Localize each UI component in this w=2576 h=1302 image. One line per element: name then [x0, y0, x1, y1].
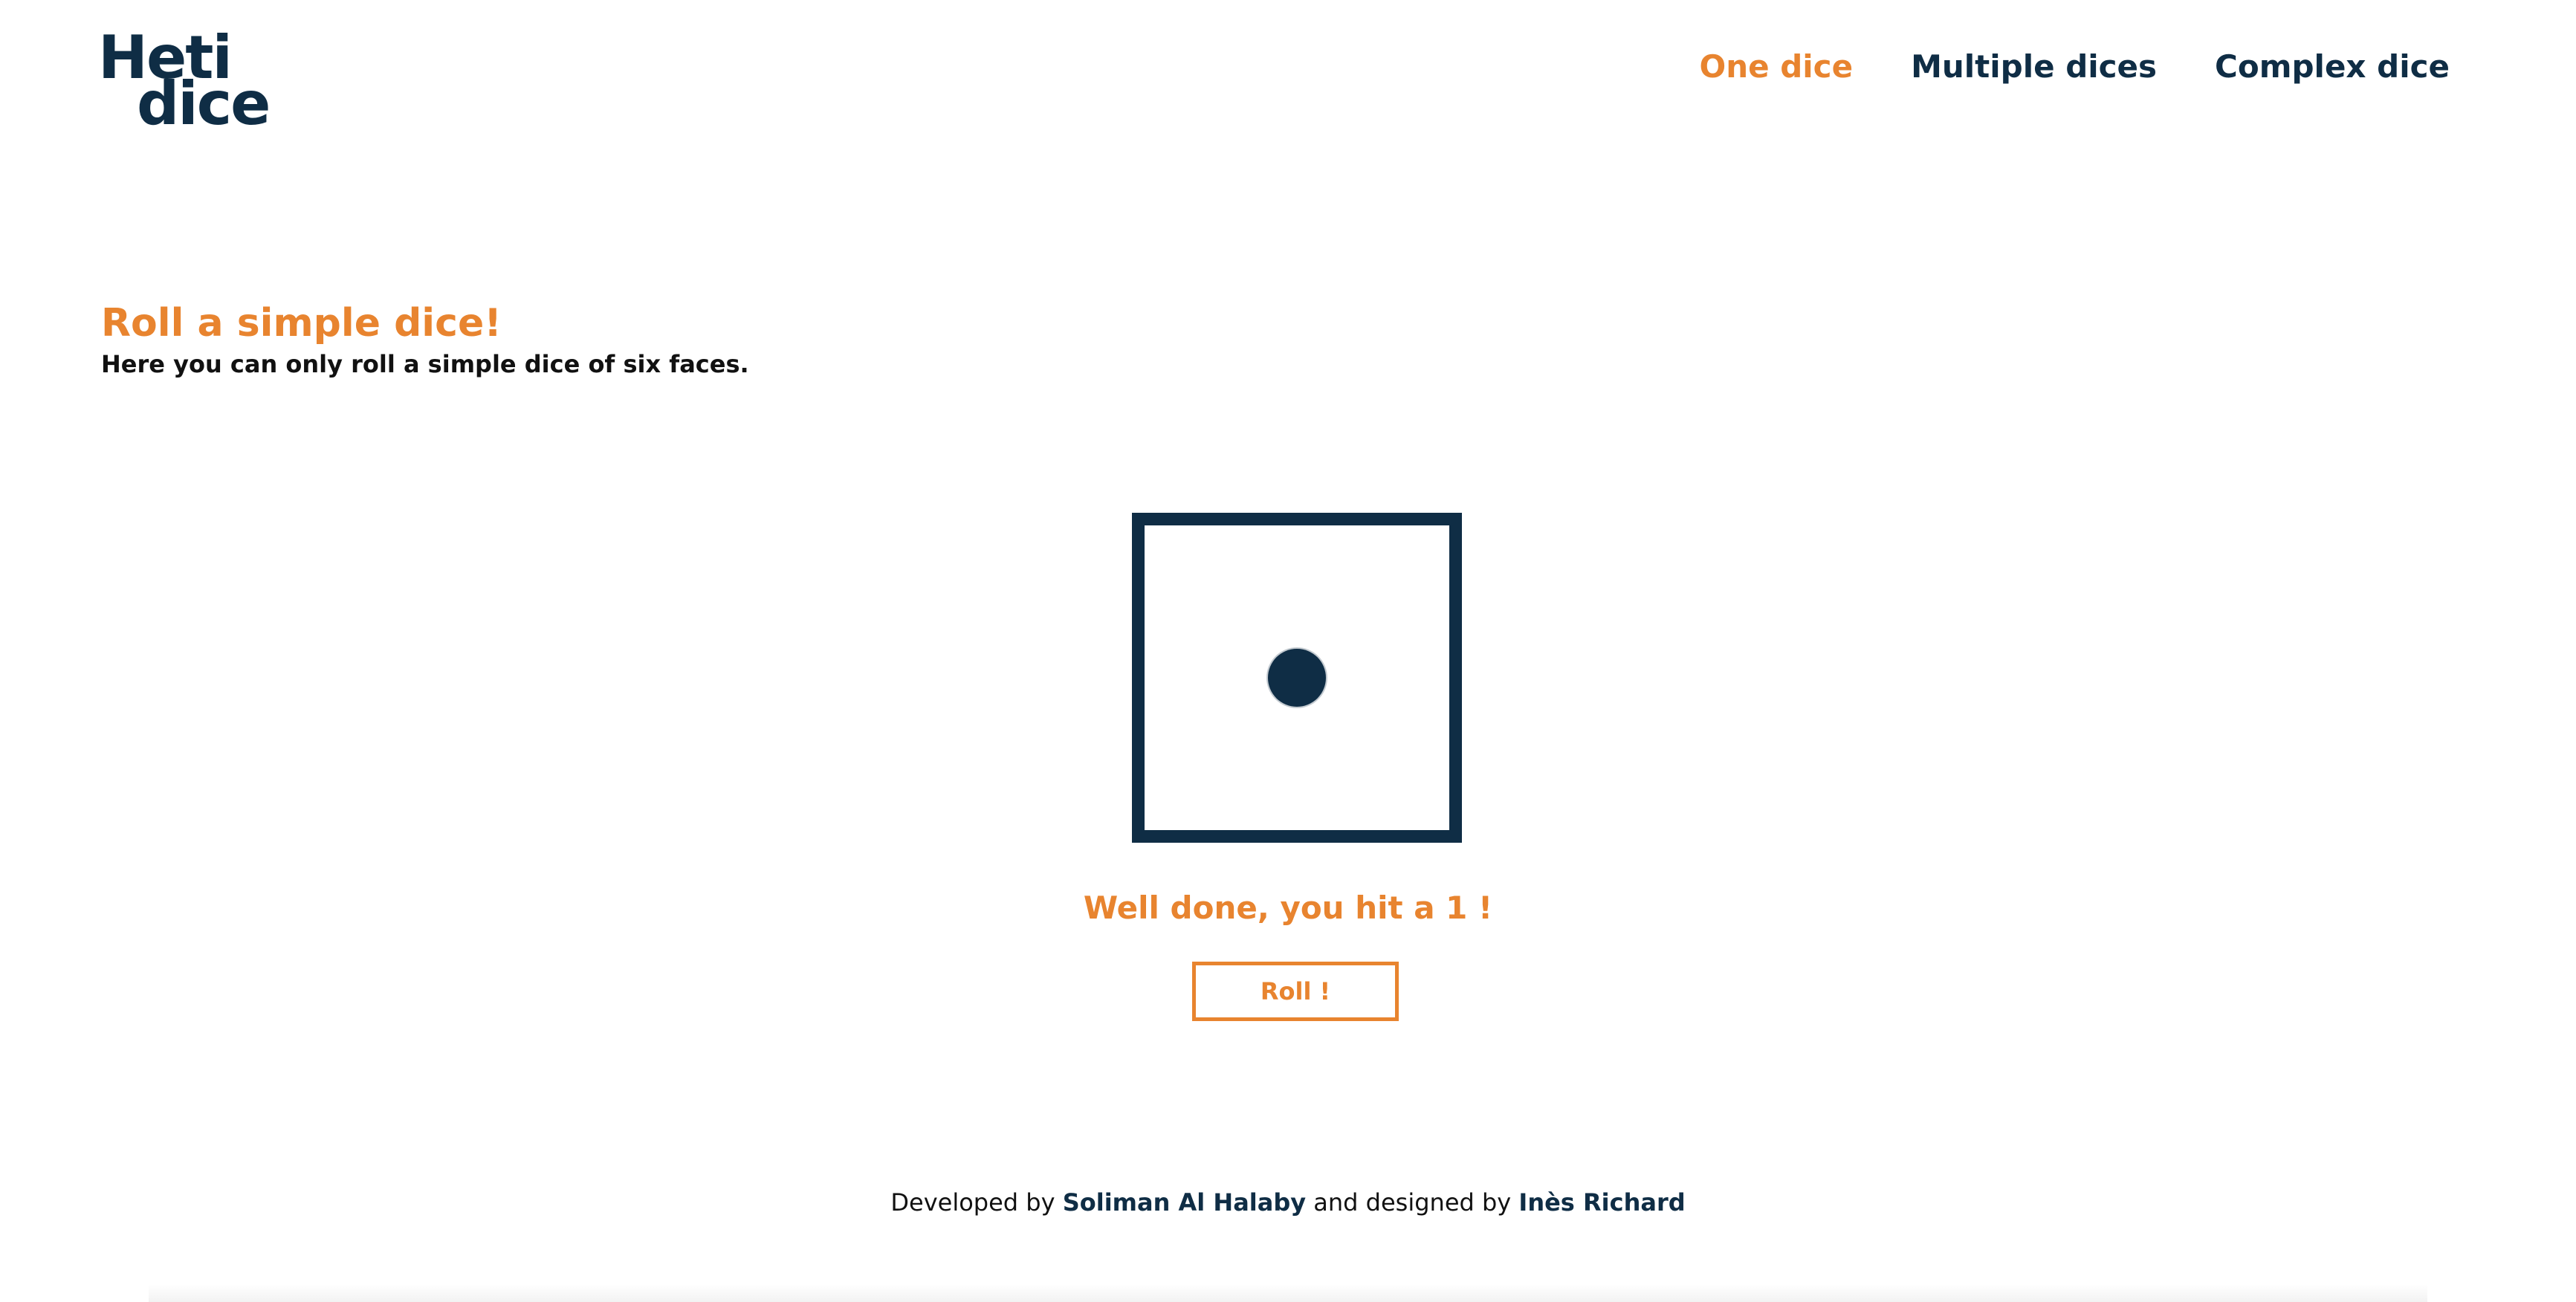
- dice-pip: [1268, 649, 1326, 707]
- nav-item-complex-dice[interactable]: Complex dice: [2215, 45, 2450, 89]
- page: Heti dice One dice Multiple dices Comple…: [0, 0, 2576, 1302]
- footer-developed-by: Developed by: [890, 1188, 1055, 1217]
- footer-shadow: [149, 1284, 2427, 1302]
- nav-item-one-dice[interactable]: One dice: [1700, 45, 1854, 89]
- nav-item-multiple-dices[interactable]: Multiple dices: [1911, 45, 2157, 89]
- footer: Developed by Soliman Al Halaby and desig…: [0, 1185, 2576, 1220]
- footer-designer-link[interactable]: Inès Richard: [1518, 1188, 1685, 1217]
- footer-designed-by: and designed by: [1313, 1188, 1512, 1217]
- page-title: Roll a simple dice!: [101, 301, 502, 346]
- result-message: Well done, you hit a 1 !: [1083, 890, 1493, 926]
- logo[interactable]: Heti dice: [98, 28, 271, 140]
- main-nav: One dice Multiple dices Complex dice: [1700, 45, 2450, 89]
- dice-face: [1132, 513, 1462, 843]
- roll-button[interactable]: Roll !: [1192, 962, 1399, 1021]
- page-description: Here you can only roll a simple dice of …: [101, 350, 749, 378]
- logo-text-line2: dice: [137, 69, 271, 138]
- footer-developer-link[interactable]: Soliman Al Halaby: [1063, 1188, 1306, 1217]
